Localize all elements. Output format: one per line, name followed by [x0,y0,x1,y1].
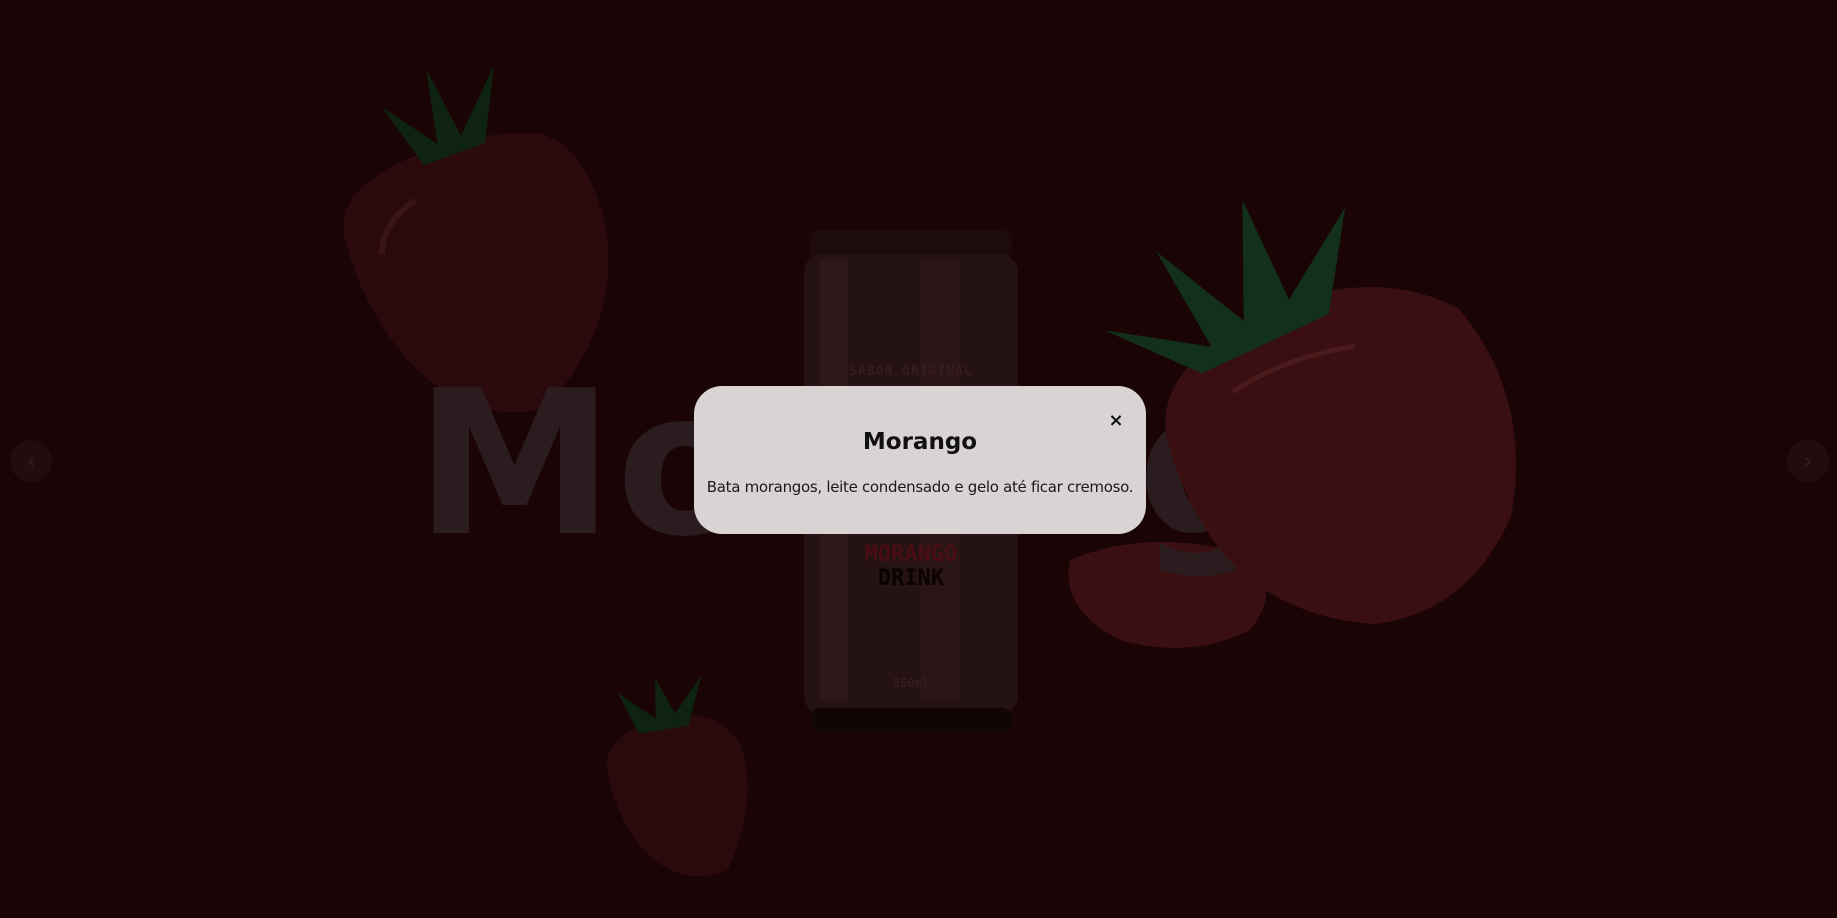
recipe-modal: × Morango Bata morangos, leite condensad… [694,386,1146,534]
close-icon[interactable]: × [1106,411,1126,431]
modal-description: Bata morangos, leite condensado e gelo a… [706,478,1134,496]
product-slider: Morango SABOR ORIGINAL MORANGO DRINK 350… [0,0,1837,918]
modal-title: Morango [862,429,978,455]
